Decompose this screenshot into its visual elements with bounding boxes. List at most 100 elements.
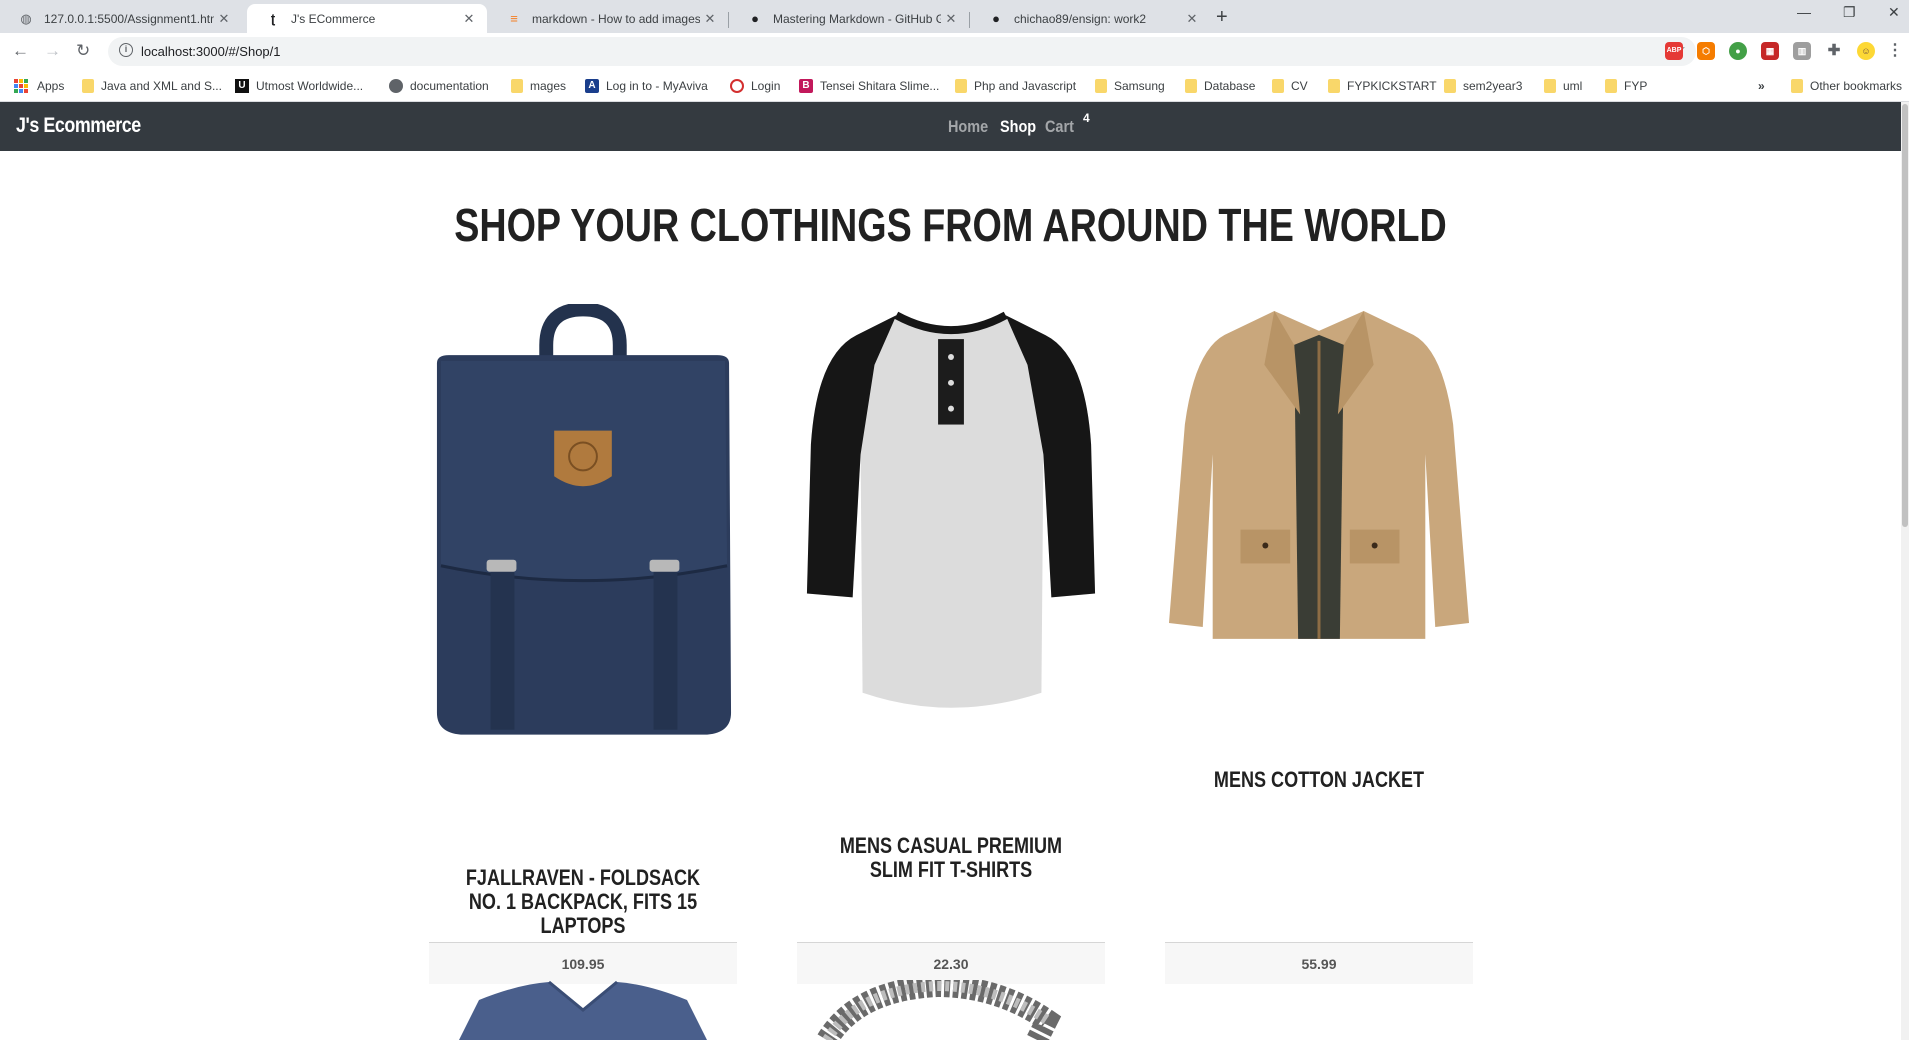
- product-image-jacket[interactable]: [1165, 304, 1473, 644]
- bookmark-folder[interactable]: FYPKICKSTART: [1328, 79, 1437, 93]
- close-icon[interactable]: ✕: [941, 11, 961, 27]
- nav-home[interactable]: Home: [948, 117, 988, 137]
- browser-toolbar: ← → ↻ i localhost:3000/#/Shop/1 ☆ ABP ⬡ …: [0, 33, 1909, 71]
- extension-icon[interactable]: ⬡: [1697, 42, 1715, 60]
- tab-label: 127.0.0.1:5500/Assignment1.html: [44, 11, 214, 26]
- nav-shop[interactable]: Shop: [1000, 117, 1036, 137]
- tab-label: J's ECommerce: [291, 11, 376, 26]
- product-image-backpack[interactable]: [429, 304, 737, 744]
- bookmark-folder[interactable]: sem2year3: [1444, 79, 1522, 93]
- product-card-partial[interactable]: [797, 974, 1105, 1040]
- browser-tab[interactable]: ● Mastering Markdown - GitHub G ✕: [729, 4, 969, 33]
- scrollbar-thumb[interactable]: [1902, 104, 1908, 527]
- bookmark[interactable]: A Log in to - MyAviva: [585, 79, 708, 93]
- site-navbar: J's Ecommerce Home Shop Cart 4: [0, 102, 1901, 151]
- tab-label: Mastering Markdown - GitHub G: [773, 11, 941, 26]
- product-price: 22.30: [797, 942, 1105, 984]
- bookmark-label: Tensei Shitara Slime...: [820, 79, 940, 93]
- bookmark-label: Apps: [37, 79, 65, 93]
- bookmark-folder[interactable]: FYP: [1605, 79, 1647, 93]
- info-icon[interactable]: i: [119, 43, 133, 57]
- new-tab-button[interactable]: +: [1216, 6, 1228, 29]
- bookmark-b-icon: B: [799, 79, 813, 93]
- close-icon[interactable]: ✕: [459, 11, 479, 27]
- browser-tab[interactable]: ● chichao89/ensign: work2 ✕: [970, 4, 1210, 33]
- tab-label: markdown - How to add images: [532, 11, 700, 26]
- back-icon[interactable]: ←: [12, 41, 29, 61]
- folder-icon: [955, 79, 967, 93]
- bookmark-label: mages: [530, 79, 567, 93]
- menu-icon[interactable]: ⋮: [1886, 42, 1904, 60]
- bookmark[interactable]: B Tensei Shitara Slime...: [799, 79, 939, 93]
- bookmark-folder[interactable]: Php and Javascript: [955, 79, 1076, 93]
- bookmark[interactable]: U Utmost Worldwide...: [235, 79, 363, 93]
- window-close-icon[interactable]: ✕: [1888, 4, 1900, 21]
- tab-label: chichao89/ensign: work2: [1014, 11, 1147, 26]
- reader-icon[interactable]: ▥: [1793, 42, 1811, 60]
- bookmark-label: CV: [1291, 79, 1308, 93]
- bookmark-label: Java and XML and S...: [101, 79, 222, 93]
- folder-icon: [82, 79, 94, 93]
- bookmark-label: FYPKICKSTART: [1347, 79, 1437, 93]
- folder-icon: [1605, 79, 1617, 93]
- product-image-tshirt[interactable]: [797, 304, 1105, 714]
- profile-avatar[interactable]: ☺: [1857, 42, 1875, 60]
- jacket-image: [1168, 311, 1470, 639]
- bookmark[interactable]: documentation: [389, 79, 489, 93]
- nav-cart[interactable]: Cart: [1045, 117, 1074, 137]
- page-viewport: J's Ecommerce Home Shop Cart 4 SHOP YOUR…: [0, 102, 1909, 1040]
- browser-tab[interactable]: ≡ markdown - How to add images ✕: [488, 4, 728, 33]
- close-icon[interactable]: ✕: [1182, 11, 1202, 27]
- color-extension-icon[interactable]: ●: [1729, 42, 1747, 60]
- bookmark-label: Login: [751, 79, 781, 93]
- product-title[interactable]: MENS COTTON JACKET: [1193, 768, 1446, 792]
- restore-icon[interactable]: ❐: [1843, 4, 1856, 21]
- product-card-partial[interactable]: [429, 980, 737, 1040]
- github-icon: ●: [751, 11, 759, 26]
- globe-icon: ◍: [20, 10, 32, 26]
- bookmark-apps[interactable]: Apps: [14, 79, 64, 93]
- folder-icon: [1444, 79, 1456, 93]
- bookmark-folder[interactable]: Samsung: [1095, 79, 1165, 93]
- grid-extension-icon[interactable]: ▦: [1761, 42, 1779, 60]
- backpack-image: [436, 304, 732, 735]
- forward-icon[interactable]: →: [44, 41, 61, 61]
- browser-tab[interactable]: ◍ 127.0.0.1:5500/Assignment1.html ✕: [0, 4, 242, 33]
- product-card[interactable]: FJALLRAVEN - FOLDSACK NO. 1 BACKPACK, FI…: [429, 300, 737, 984]
- puzzle-icon[interactable]: ✚: [1825, 42, 1843, 60]
- product-title[interactable]: FJALLRAVEN - FOLDSACK NO. 1 BACKPACK, FI…: [457, 866, 710, 938]
- reload-icon[interactable]: ↻: [76, 41, 90, 61]
- bookmarks-overflow-button[interactable]: »: [1758, 79, 1765, 93]
- other-bookmarks[interactable]: Other bookmarks: [1791, 79, 1902, 93]
- bookmark-folder[interactable]: Java and XML and S...: [82, 79, 222, 93]
- bookmark-folder[interactable]: uml: [1544, 79, 1582, 93]
- adblock-icon[interactable]: ABP: [1665, 42, 1683, 60]
- site-brand[interactable]: J's Ecommerce: [16, 114, 141, 138]
- cart-count-badge: 4: [1083, 111, 1090, 125]
- bookmark-label: FYP: [1624, 79, 1648, 93]
- bookmark[interactable]: Login: [730, 79, 780, 93]
- product-title[interactable]: MENS CASUAL PREMIUM SLIM FIT T-SHIRTS: [825, 834, 1078, 882]
- product-card[interactable]: MENS CASUAL PREMIUM SLIM FIT T-SHIRTS 22…: [797, 300, 1105, 984]
- github-icon: ●: [992, 11, 1000, 26]
- bookmark-folder[interactable]: CV: [1272, 79, 1308, 93]
- browser-tab-active[interactable]: ʈ J's ECommerce ✕: [247, 4, 487, 33]
- folder-icon: [1328, 79, 1340, 93]
- folder-icon: [1185, 79, 1197, 93]
- bookmark-folder[interactable]: mages: [511, 79, 566, 93]
- close-icon[interactable]: ✕: [214, 11, 234, 27]
- folder-icon: [1095, 79, 1107, 93]
- react-icon: ʈ: [270, 11, 276, 26]
- bookmark-label: Database: [1204, 79, 1256, 93]
- bookmark-label: sem2year3: [1463, 79, 1523, 93]
- bookmark-folder[interactable]: Database: [1185, 79, 1255, 93]
- minimize-icon[interactable]: —: [1797, 4, 1811, 20]
- address-bar[interactable]: i localhost:3000/#/Shop/1 ☆: [108, 37, 1696, 66]
- folder-icon: [511, 79, 523, 93]
- close-icon[interactable]: ✕: [700, 11, 720, 27]
- globe-icon: [389, 79, 403, 93]
- product-card[interactable]: MENS COTTON JACKET 55.99: [1165, 300, 1473, 984]
- page-heading: SHOP YOUR CLOTHINGS FROM AROUND THE WORL…: [454, 199, 1447, 251]
- url-text[interactable]: localhost:3000/#/Shop/1: [141, 44, 281, 59]
- page-scrollbar[interactable]: [1901, 102, 1909, 1040]
